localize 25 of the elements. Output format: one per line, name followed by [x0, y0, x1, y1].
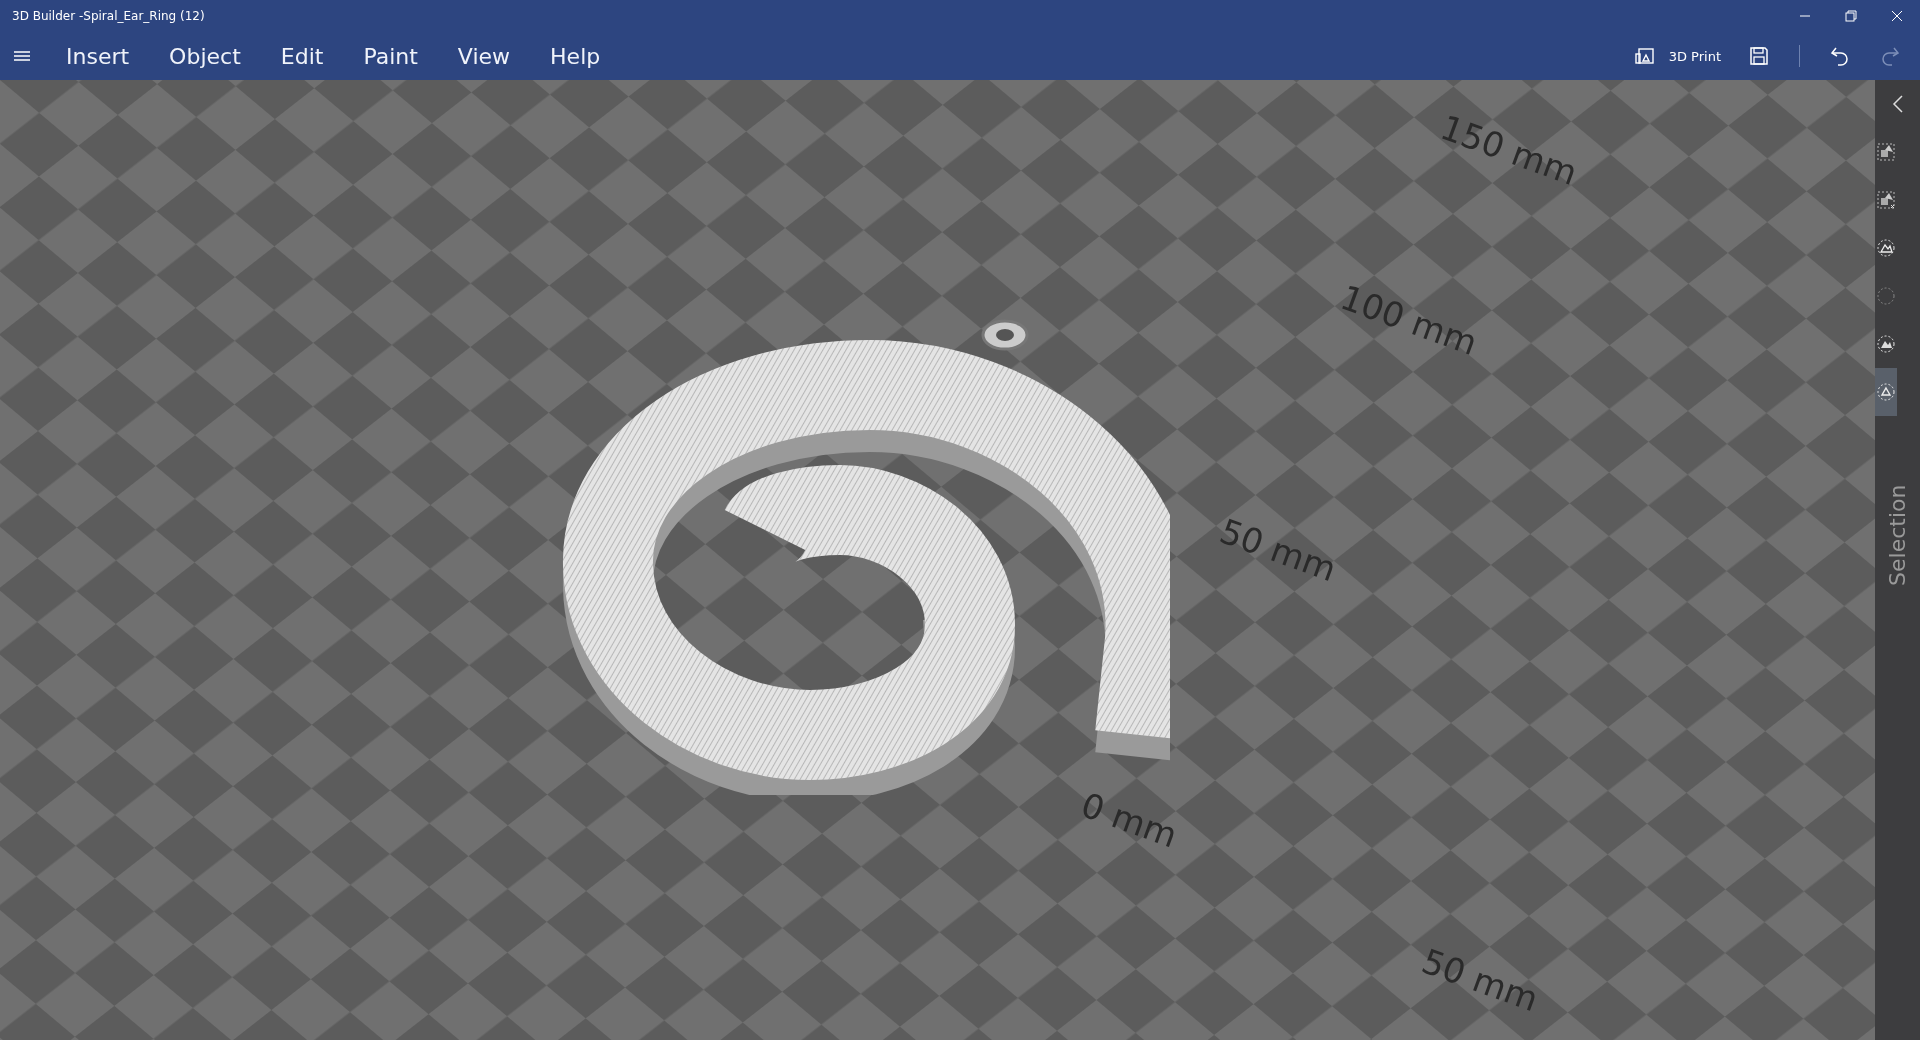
axis-label: 0 mm: [1076, 784, 1183, 856]
selection-tool-icon: [1875, 285, 1897, 307]
selection-tool-icon: [1875, 381, 1897, 403]
menu-icon[interactable]: [12, 48, 32, 64]
chevron-left-icon[interactable]: [1891, 94, 1904, 114]
selection-tool-icon: [1875, 333, 1897, 355]
selection-tool-icon: [1875, 189, 1897, 211]
tool-button[interactable]: [1875, 368, 1897, 416]
save-icon: [1749, 46, 1769, 66]
menu-item[interactable]: Help: [530, 39, 621, 73]
menu-item[interactable]: View: [437, 39, 531, 73]
window-title: 3D Builder -Spiral_Ear_Ring (12): [11, 9, 206, 23]
menu-item[interactable]: Edit: [260, 39, 344, 73]
menu-item[interactable]: Object: [149, 39, 261, 73]
selection-tool-icon: [1875, 141, 1897, 163]
axis-label: 150 mm: [1435, 106, 1583, 194]
axis-label: 50 mm: [1214, 510, 1342, 590]
panel-title: Selection: [1885, 484, 1910, 586]
selection-tool-icon: [1875, 237, 1897, 259]
print-model-icon: [1634, 47, 1655, 65]
axis-label: 50 mm: [1416, 940, 1544, 1020]
menu-item[interactable]: Paint: [343, 39, 438, 73]
3d-print-button[interactable]: 3D Print: [1622, 41, 1733, 71]
menu-item[interactable]: Insert: [46, 39, 150, 73]
axis-label: 100 mm: [1335, 276, 1483, 364]
